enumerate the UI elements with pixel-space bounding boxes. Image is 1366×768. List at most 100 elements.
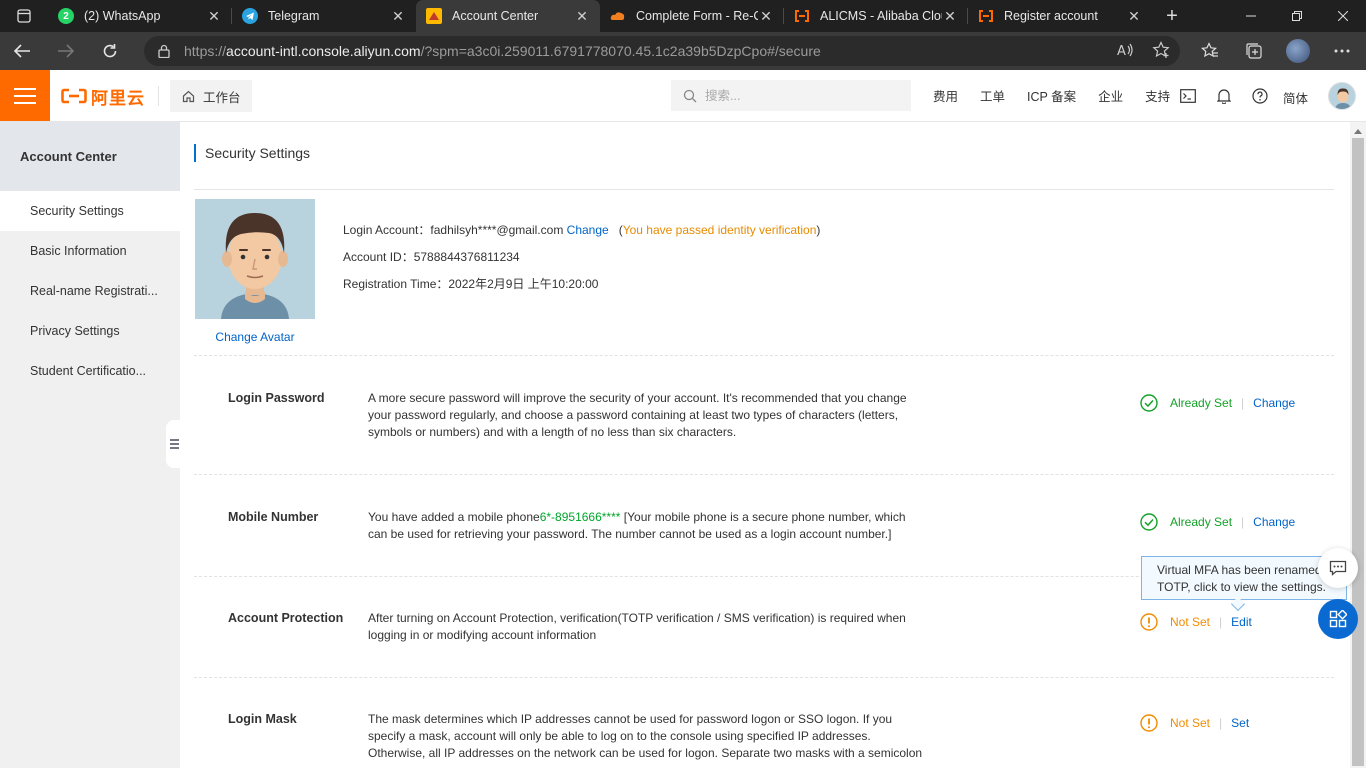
aliyun-icon: [426, 8, 442, 24]
account-protection-status: Not Set | Edit: [1140, 613, 1252, 631]
quick-apps-button[interactable]: [1318, 599, 1358, 639]
search-input[interactable]: [705, 88, 885, 103]
profile-avatar-icon[interactable]: [1276, 39, 1320, 63]
close-tab-icon[interactable]: ✕: [758, 8, 774, 25]
collapse-menu-icon: [169, 439, 179, 449]
menu-icon[interactable]: [0, 70, 50, 121]
browser-address-bar: https://account-intl.console.aliyun.com/…: [0, 32, 1366, 70]
tooltip-line: Virtual MFA has been renamed: [1157, 563, 1322, 577]
minimize-icon[interactable]: [1228, 0, 1274, 32]
whatsapp-icon: 2: [58, 8, 74, 24]
console-search[interactable]: [671, 80, 911, 111]
scroll-up-icon[interactable]: [1350, 124, 1366, 138]
sidebar-title: Account Center: [0, 122, 180, 191]
sidebar-item-security-settings[interactable]: Security Settings: [0, 191, 180, 231]
registration-time-row: Registration Time：2022年2月9日 上午10:20:00: [343, 275, 598, 292]
lock-icon[interactable]: [158, 44, 170, 58]
read-aloud-icon[interactable]: A: [1116, 41, 1134, 62]
close-tab-icon[interactable]: ✕: [574, 8, 590, 25]
close-tab-icon[interactable]: ✕: [942, 8, 958, 25]
edit-account-protection-link[interactable]: Edit: [1231, 615, 1252, 629]
status-text: Not Set: [1170, 615, 1211, 629]
status-text: Already Set: [1170, 396, 1233, 410]
change-avatar-link[interactable]: Change Avatar: [195, 330, 315, 344]
nav-link-enterprise[interactable]: 企业: [1087, 86, 1134, 105]
console-top-nav: 阿里云 工作台 费用 工单 ICP 备案 企业 支持 简体: [0, 70, 1366, 122]
login-mask-status: Not Set | Set: [1140, 714, 1249, 732]
browser-tab-account-center[interactable]: Account Center ✕: [416, 0, 600, 32]
tab-title: Complete Form - Re-C: [636, 9, 758, 23]
url-text: https://account-intl.console.aliyun.com/…: [184, 43, 821, 59]
sidebar-item-basic-information[interactable]: Basic Information: [0, 231, 180, 271]
more-options-icon[interactable]: [1320, 49, 1364, 53]
restore-icon[interactable]: [1274, 0, 1320, 32]
close-tab-icon[interactable]: ✕: [390, 8, 406, 25]
chat-support-button[interactable]: [1318, 548, 1358, 588]
registration-time-value: 2022年2月9日 上午10:20:00: [448, 277, 599, 291]
browser-tab-telegram[interactable]: Telegram ✕: [232, 0, 416, 32]
top-nav-links: 费用 工单 ICP 备案 企业 支持: [922, 70, 1181, 121]
set-login-mask-link[interactable]: Set: [1231, 716, 1249, 730]
nav-link-icp[interactable]: ICP 备案: [1016, 86, 1087, 105]
terminal-icon[interactable]: [1170, 88, 1206, 103]
add-favorite-icon[interactable]: [1152, 41, 1170, 62]
apps-grid-icon: [1329, 610, 1347, 628]
home-icon: [182, 90, 195, 102]
browser-tab-whatsapp[interactable]: 2 (2) WhatsApp ✕: [48, 0, 232, 32]
language-switch[interactable]: 简体: [1283, 88, 1308, 107]
account-protection-title: Account Protection: [228, 611, 344, 625]
page-scrollbar[interactable]: [1350, 122, 1366, 768]
divider: [194, 189, 1334, 190]
sidebar: Account Center Security Settings Basic I…: [0, 122, 180, 768]
tab-actions-icon[interactable]: [0, 0, 48, 32]
alibaba-icon: [794, 8, 810, 24]
login-account-value: fadhilsyh****@gmail.com: [430, 223, 564, 237]
workbench-button[interactable]: 工作台: [170, 80, 252, 112]
nav-link-billing[interactable]: 费用: [922, 86, 969, 105]
tooltip-line: TOTP, click to view the settings.: [1157, 580, 1326, 594]
mobile-number-status: Already Set | Change: [1140, 513, 1295, 531]
sidebar-item-real-name-registration[interactable]: Real-name Registrati...: [0, 271, 180, 311]
aliyun-logo[interactable]: 阿里云: [61, 84, 145, 109]
login-account-row: Login Account：fadhilsyh****@gmail.com Ch…: [343, 223, 821, 237]
cloud-icon: [610, 8, 626, 24]
close-tab-icon[interactable]: ✕: [1126, 8, 1142, 25]
account-id-row: Account ID：5788844376811234: [343, 248, 520, 265]
forward-icon[interactable]: [44, 32, 88, 70]
login-password-description: A more secure password will improve the …: [368, 391, 907, 439]
browser-tab-complete-form[interactable]: Complete Form - Re-C ✕: [600, 0, 784, 32]
sidebar-item-student-certification[interactable]: Student Certificatio...: [0, 351, 180, 391]
totp-rename-tooltip[interactable]: Virtual MFA has been renamed TOTP, click…: [1141, 556, 1347, 600]
tab-title: ALICMS - Alibaba Clou: [820, 9, 942, 23]
login-mask-title: Login Mask: [228, 712, 297, 726]
login-mask-description: The mask determines which IP addresses c…: [368, 712, 923, 760]
change-password-link[interactable]: Change: [1253, 396, 1295, 410]
account-id-value: 5788844376811234: [413, 250, 520, 264]
masked-phone-number: 6*-8951666****: [539, 510, 621, 524]
user-avatar[interactable]: [1328, 82, 1356, 110]
scrollbar-thumb[interactable]: [1352, 138, 1364, 766]
tab-title: Telegram: [268, 9, 320, 23]
browser-tab-register[interactable]: Register account ✕: [968, 0, 1152, 32]
notification-bell-icon[interactable]: [1206, 88, 1242, 104]
new-tab-button[interactable]: +: [1152, 0, 1192, 32]
sidebar-item-privacy-settings[interactable]: Privacy Settings: [0, 311, 180, 351]
url-field[interactable]: https://account-intl.console.aliyun.com/…: [144, 36, 1180, 66]
help-icon[interactable]: [1242, 87, 1278, 104]
change-mobile-link[interactable]: Change: [1253, 515, 1295, 529]
browser-tab-alicms[interactable]: ALICMS - Alibaba Clou ✕: [784, 0, 968, 32]
login-password-title: Login Password: [228, 391, 325, 405]
nav-link-tickets[interactable]: 工单: [969, 86, 1016, 105]
profile-avatar-image: [195, 199, 315, 319]
close-tab-icon[interactable]: ✕: [206, 8, 222, 25]
close-window-icon[interactable]: [1320, 0, 1366, 32]
back-icon[interactable]: [0, 32, 44, 70]
divider: [194, 355, 1334, 356]
change-login-account-link[interactable]: Change: [567, 223, 609, 237]
collections-icon[interactable]: [1232, 42, 1276, 60]
favorites-icon[interactable]: [1188, 42, 1232, 60]
refresh-icon[interactable]: [88, 32, 132, 70]
svg-text:A: A: [1117, 44, 1126, 59]
status-text: Already Set: [1170, 515, 1233, 529]
tab-title: Register account: [1004, 9, 1098, 23]
